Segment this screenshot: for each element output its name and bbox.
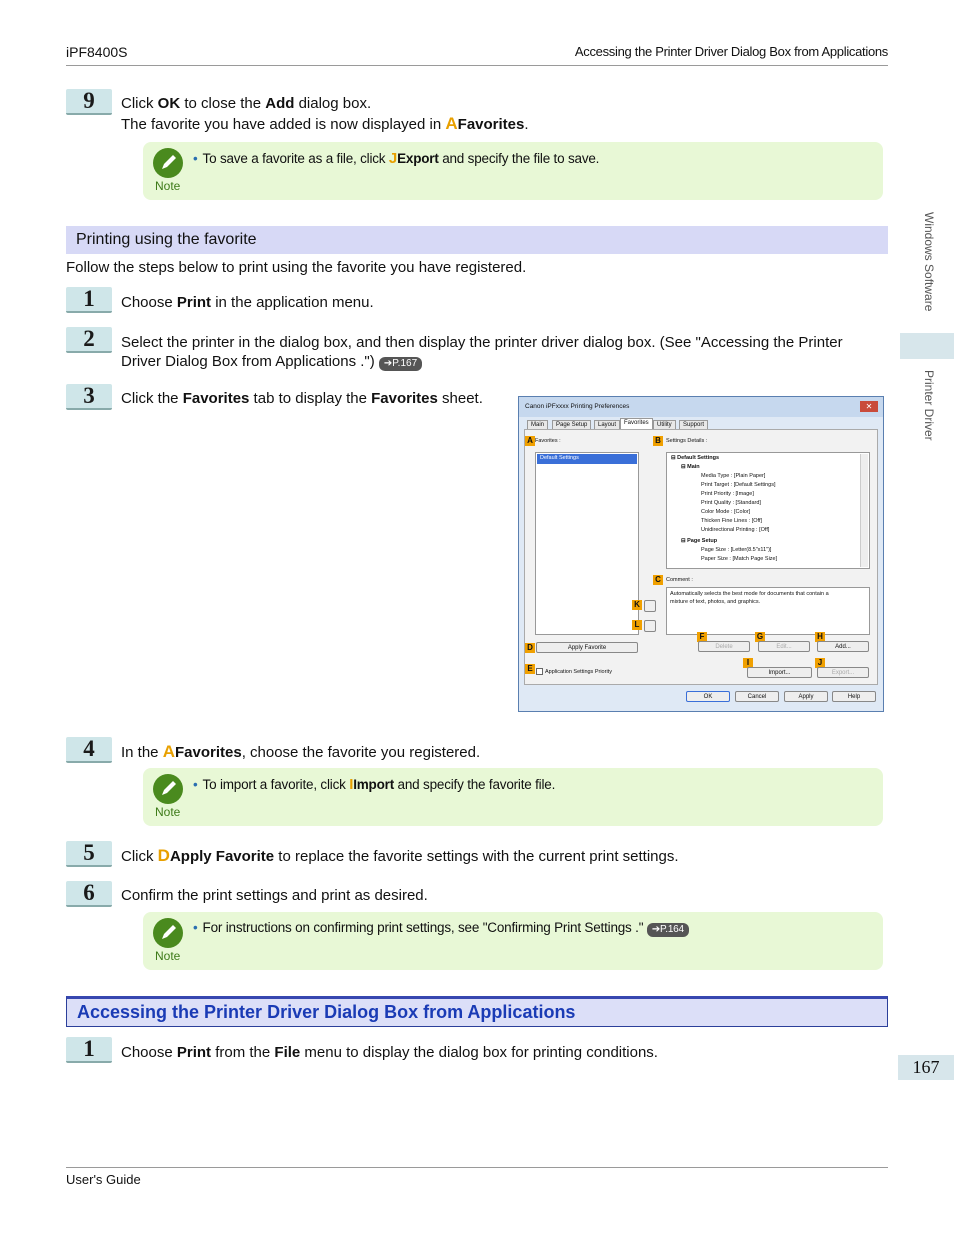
step-text: Click the Favorites tab to display the F… xyxy=(121,390,483,407)
page-ref-link[interactable]: ➔P.167 xyxy=(378,357,423,371)
footer-rule xyxy=(66,1167,888,1168)
note-label: Note xyxy=(155,179,181,193)
note-text: • To import a favorite, click IImport and… xyxy=(193,776,556,793)
comment-label: Comment : xyxy=(666,577,693,583)
step-number: 5 xyxy=(66,841,112,867)
step-text: In the AFavorites, choose the favorite y… xyxy=(121,742,481,761)
side-tab-printer-driver: Printer Driver xyxy=(922,370,936,441)
cancel-button[interactable]: Cancel xyxy=(735,691,779,702)
side-tab-marker xyxy=(900,333,954,359)
step-text: Click OK to close the Add dialog box. Th… xyxy=(121,95,529,133)
page-number: 167 xyxy=(898,1055,954,1080)
footer-text: User's Guide xyxy=(66,1172,141,1187)
tree-node: Print Target : [Default Settings] xyxy=(701,482,776,488)
key-label-l: L xyxy=(632,620,642,630)
tree-node: Media Type : [Plain Paper] xyxy=(701,473,766,479)
step-number: 9 xyxy=(66,89,112,115)
add-button[interactable]: Add... xyxy=(817,641,869,652)
header-model: iPF8400S xyxy=(66,44,128,60)
header-rule xyxy=(66,65,888,66)
printing-preferences-dialog: Canon iPFxxxx Printing Preferences ✕ Mai… xyxy=(518,396,884,712)
step-number: 2 xyxy=(66,327,112,353)
step-text: Select the printer in the dialog box, an… xyxy=(121,334,843,371)
settings-details-tree[interactable]: ⊟ Default Settings ⊟ Main Media Type : [… xyxy=(666,452,870,569)
favorites-list-item[interactable]: Default Settings xyxy=(540,455,579,461)
note-box: Note • To import a favorite, click IImpor… xyxy=(143,768,883,826)
step-text: Choose Print in the application menu. xyxy=(121,294,374,311)
tree-node: Page Size : [Letter(8.5"x11")] xyxy=(701,547,772,553)
ok-button[interactable]: OK xyxy=(686,691,730,702)
key-label-d: D xyxy=(525,643,535,653)
step-text: Confirm the print settings and print as … xyxy=(121,887,428,904)
note-pencil-icon xyxy=(153,774,183,804)
key-label-a: A xyxy=(525,436,535,446)
note-pencil-icon xyxy=(153,918,183,948)
delete-button[interactable]: Delete xyxy=(698,641,750,652)
edit-button[interactable]: Edit... xyxy=(758,641,810,652)
note-pencil-icon xyxy=(153,148,183,178)
comment-text: mixture of text, photos, and graphics. xyxy=(670,599,761,605)
export-button[interactable]: Export... xyxy=(817,667,869,678)
tree-node: ⊟ Default Settings xyxy=(671,455,720,461)
step-number: 4 xyxy=(66,737,112,763)
step-number: 1 xyxy=(66,287,112,313)
favorites-list[interactable]: Default Settings xyxy=(535,452,639,635)
side-tab-windows-software: Windows Software xyxy=(922,212,936,312)
apply-favorite-button[interactable]: Apply Favorite xyxy=(536,642,638,653)
tree-node: ⊟ Page Setup xyxy=(681,538,718,544)
help-button[interactable]: Help xyxy=(832,691,876,702)
note-label: Note xyxy=(155,805,181,819)
details-label: Settings Details : xyxy=(666,438,708,444)
key-label-b: B xyxy=(653,436,663,446)
tree-node: Unidirectional Printing : [Off] xyxy=(701,527,770,533)
note-text: • To save a favorite as a file, click JEx… xyxy=(193,150,600,167)
comment-text: Automatically selects the best mode for … xyxy=(670,591,829,597)
note-label: Note xyxy=(155,949,181,963)
step-text: Click DApply Favorite to replace the fav… xyxy=(121,846,679,865)
note-box: Note • For instructions on confirming pri… xyxy=(143,912,883,970)
favorites-label: Favorites : xyxy=(535,438,561,444)
section-heading: Printing using the favorite xyxy=(66,226,888,254)
move-down-icon[interactable] xyxy=(644,620,656,632)
note-text: • For instructions on confirming print se… xyxy=(193,920,689,937)
tree-node: Color Mode : [Color] xyxy=(701,509,751,515)
dialog-titlebar: Canon iPFxxxx Printing Preferences ✕ xyxy=(519,397,883,417)
tree-node: Print Quality : [Standard] xyxy=(701,500,761,506)
move-up-icon[interactable] xyxy=(644,600,656,612)
tree-node: Paper Size : [Match Page Size] xyxy=(701,556,778,562)
tree-node: ⊟ Main xyxy=(681,464,700,470)
apply-button[interactable]: Apply xyxy=(784,691,828,702)
note-box: Note • To save a favorite as a file, clic… xyxy=(143,142,883,200)
intro-text: Follow the steps below to print using th… xyxy=(66,259,527,276)
key-label-e: E xyxy=(525,664,535,674)
step-text: Choose Print from the File menu to displ… xyxy=(121,1044,658,1061)
page-ref-link[interactable]: ➔P.164 xyxy=(646,923,689,937)
comment-box: Automatically selects the best mode for … xyxy=(666,587,870,635)
close-icon[interactable]: ✕ xyxy=(860,401,878,412)
key-label-c: C xyxy=(653,575,663,585)
step-number: 1 xyxy=(66,1037,112,1063)
key-label-k: K xyxy=(632,600,642,610)
step-number: 6 xyxy=(66,881,112,907)
header-section-title: Accessing the Printer Driver Dialog Box … xyxy=(574,44,888,59)
tree-node: Print Priority : [Image] xyxy=(701,491,754,497)
step-number: 3 xyxy=(66,384,112,410)
app-priority-label: Application Settings Priority xyxy=(545,669,612,675)
import-button[interactable]: Import... xyxy=(747,667,812,678)
app-priority-checkbox[interactable] xyxy=(536,668,543,675)
dialog-title: Canon iPFxxxx Printing Preferences xyxy=(525,403,630,410)
section-heading: Accessing the Printer Driver Dialog Box … xyxy=(66,996,888,1027)
tree-node: Thicken Fine Lines : [Off] xyxy=(701,518,763,524)
